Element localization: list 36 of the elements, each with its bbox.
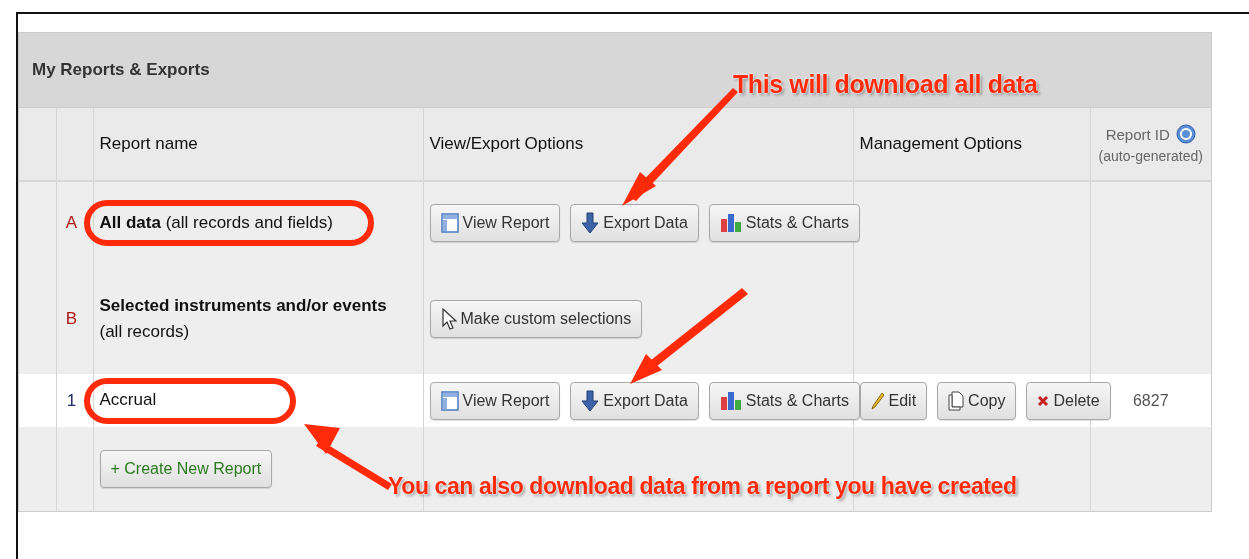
delete-button[interactable]: Delete <box>1026 381 1111 420</box>
down-arrow-icon <box>581 389 600 412</box>
view-button[interactable]: View Report <box>429 381 561 420</box>
column-header: Management Options <box>859 134 1023 153</box>
column-header: Report name <box>99 134 198 153</box>
window-icon <box>440 213 459 233</box>
bar-chart-icon <box>719 213 742 233</box>
view-button[interactable]: View Report <box>429 204 561 242</box>
window-icon <box>440 390 459 411</box>
stats-button[interactable]: Stats & Charts <box>708 204 860 242</box>
row-marker: A <box>65 213 78 232</box>
create-button[interactable]: + Create New Report <box>99 450 273 488</box>
report-name: All data (all records and fields) <box>99 211 333 234</box>
column-header: Report ID <box>1105 125 1170 143</box>
copy-icon <box>948 390 965 411</box>
pointer-icon <box>440 308 457 330</box>
help-icon[interactable] <box>1175 124 1196 144</box>
stats-button[interactable]: Stats & Charts <box>708 381 860 420</box>
report-id: 6827 <box>1132 391 1169 409</box>
row-marker: 1 <box>66 390 77 410</box>
edit-button[interactable]: Edit <box>859 381 928 420</box>
export-button[interactable]: Export Data <box>570 204 699 242</box>
delete-icon <box>1037 394 1050 407</box>
report-name: Accrual <box>99 389 157 412</box>
down-arrow-icon <box>581 212 600 234</box>
row-marker: B <box>65 309 78 328</box>
annotation-text: You can also download data from a report you have created <box>388 473 1017 500</box>
select-button[interactable]: Make custom selections <box>429 300 643 338</box>
column-note: (auto-generated) <box>1098 148 1203 164</box>
pencil-icon <box>870 391 885 410</box>
annotation-text: This will download all data <box>733 70 1038 99</box>
copy-button[interactable]: Copy <box>937 381 1017 420</box>
column-header: View/Export Options <box>429 134 584 153</box>
report-name: Selected instruments and/or events (all records) <box>99 294 388 343</box>
bar-chart-icon <box>719 390 742 411</box>
export-button[interactable]: Export Data <box>570 381 699 420</box>
